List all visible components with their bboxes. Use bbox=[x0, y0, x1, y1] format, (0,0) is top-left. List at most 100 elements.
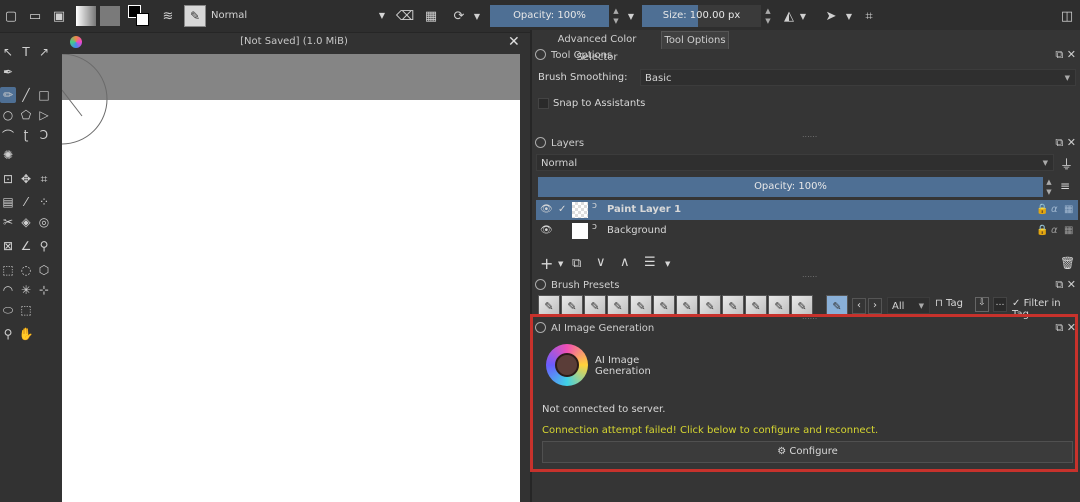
bezier-tool-icon[interactable]: ⌒ bbox=[0, 127, 16, 143]
close-icon[interactable]: ✕ bbox=[1067, 278, 1076, 291]
brush-filter-select[interactable]: All ▼ bbox=[887, 297, 930, 314]
tab-tool-options[interactable]: Tool Options bbox=[661, 31, 729, 49]
crop-icon[interactable]: ⌗ bbox=[860, 7, 878, 25]
reload-preset-icon[interactable]: ⟳ bbox=[450, 7, 468, 25]
lock-icon[interactable]: 🔒 bbox=[1036, 221, 1048, 241]
freehand-select-icon[interactable]: ◠ bbox=[0, 282, 16, 298]
filter-icon[interactable]: ⏚ bbox=[1060, 154, 1073, 173]
layer-blend-mode-select[interactable]: Normal ▼ bbox=[536, 154, 1054, 171]
float-icon[interactable]: ⧉ bbox=[1055, 321, 1063, 334]
lock-icon[interactable] bbox=[535, 137, 546, 148]
magnetic-select-icon[interactable]: ⬚ bbox=[18, 302, 34, 318]
pan-tool-icon[interactable]: ✋ bbox=[18, 326, 34, 342]
move-up-icon[interactable]: ∧ bbox=[620, 255, 630, 270]
color-picker-icon[interactable]: ⁄ bbox=[18, 194, 34, 210]
dynamic-brush-icon[interactable]: Ↄ bbox=[36, 127, 52, 143]
close-icon[interactable]: ✕ bbox=[1067, 321, 1076, 334]
close-icon[interactable]: ✕ bbox=[1067, 136, 1076, 149]
move-tool-icon[interactable]: ✥ bbox=[18, 171, 34, 187]
lock-icon[interactable] bbox=[535, 279, 546, 290]
gradient-tool-icon[interactable]: ▤ bbox=[0, 194, 16, 210]
rect-select-icon[interactable]: ⬚ bbox=[0, 262, 16, 278]
alpha-lock-icon[interactable]: α bbox=[1051, 221, 1058, 241]
close-icon[interactable]: ✕ bbox=[508, 34, 520, 50]
save-icon[interactable]: ▣ bbox=[50, 7, 68, 25]
line-tool-icon[interactable]: ╱ bbox=[18, 87, 34, 103]
edit-shapes-icon[interactable]: ↗ bbox=[36, 44, 52, 60]
chevron-down-icon[interactable]: ▼ bbox=[626, 7, 636, 25]
polygon-tool-icon[interactable]: ⬠ bbox=[18, 107, 34, 123]
snap-checkbox[interactable] bbox=[538, 98, 549, 109]
chevron-left-icon[interactable]: ‹ bbox=[852, 298, 866, 314]
crop-tool-icon[interactable]: ⌗ bbox=[36, 171, 52, 187]
freehand-path-icon[interactable]: ʈ bbox=[18, 127, 34, 143]
layer-row[interactable]: 👁 ✓ ↄ Paint Layer 1 🔒 α ▦ bbox=[536, 200, 1078, 220]
chevron-down-icon[interactable]: ▼ bbox=[844, 7, 854, 25]
duplicate-layer-icon[interactable]: ⧉ bbox=[572, 256, 581, 271]
assistant-tool-icon[interactable]: ⊠ bbox=[0, 238, 16, 254]
size-spinner[interactable]: ▲ ▼ bbox=[763, 6, 773, 26]
delete-layer-icon[interactable]: 🗑 bbox=[1060, 256, 1075, 270]
reference-pin-icon[interactable]: ⚲ bbox=[36, 238, 52, 254]
layer-opacity-spinner[interactable]: ▲ ▼ bbox=[1044, 177, 1054, 197]
lock-icon[interactable]: 🔒 bbox=[1036, 200, 1048, 220]
select-shapes-icon[interactable]: ↖ bbox=[0, 44, 16, 60]
blend-mode-select[interactable]: Normal ▼ bbox=[206, 6, 389, 26]
close-icon[interactable]: ✕ bbox=[1067, 48, 1076, 61]
wrap-around-icon[interactable]: ➤ bbox=[822, 7, 840, 25]
eye-icon[interactable]: 👁 bbox=[540, 200, 553, 220]
similar-select-icon[interactable]: ⊹ bbox=[36, 282, 52, 298]
measure-tool-icon[interactable]: ∠ bbox=[18, 238, 34, 254]
layer-opacity-slider[interactable]: Opacity: 100% bbox=[538, 177, 1043, 197]
float-icon[interactable]: ⧉ bbox=[1055, 48, 1063, 61]
chevron-down-icon[interactable]: ▼ bbox=[665, 260, 670, 268]
color-swatch-fg-bg[interactable] bbox=[128, 5, 150, 27]
polygon-select-icon[interactable]: ⬡ bbox=[36, 262, 52, 278]
lock-icon[interactable] bbox=[535, 49, 546, 60]
layer-name[interactable]: Background bbox=[607, 221, 667, 241]
size-slider[interactable]: Size: 100.00 px bbox=[642, 5, 761, 27]
opacity-spinner[interactable]: ▲ ▼ bbox=[611, 6, 621, 26]
text-tool-icon[interactable]: T bbox=[18, 44, 34, 60]
freehand-brush-icon[interactable]: ✏ bbox=[0, 87, 16, 103]
transform-tool-icon[interactable]: ⊡ bbox=[0, 171, 16, 187]
zoom-tool-icon[interactable]: ⚲ bbox=[0, 326, 16, 342]
chevron-right-icon[interactable]: › bbox=[868, 298, 882, 314]
docker-toggle-icon[interactable]: ◫ bbox=[1058, 7, 1076, 25]
inherit-alpha-icon[interactable]: ▦ bbox=[1064, 221, 1073, 241]
checkmark-icon[interactable]: ✓ bbox=[558, 200, 566, 220]
fill-tool-icon[interactable]: ◈ bbox=[18, 214, 34, 230]
canvas-scrollbar[interactable] bbox=[520, 54, 530, 502]
configure-button[interactable]: ⚙ Configure bbox=[542, 441, 1073, 463]
alpha-lock-icon[interactable]: ▦ bbox=[422, 7, 440, 25]
enclose-fill-icon[interactable]: ◎ bbox=[36, 214, 52, 230]
chevron-down-icon[interactable]: ▼ bbox=[798, 7, 808, 25]
gradient-swatch[interactable] bbox=[76, 6, 96, 26]
float-icon[interactable]: ⧉ bbox=[1055, 136, 1063, 149]
tab-advanced-color-selector[interactable]: Advanced Color Selector bbox=[537, 31, 657, 63]
brush-smoothing-select[interactable]: Basic ▼ bbox=[640, 69, 1076, 86]
contiguous-select-icon[interactable]: ✳ bbox=[18, 282, 34, 298]
chevron-down-icon[interactable]: ▼ bbox=[558, 260, 563, 268]
brush-preset-icon[interactable]: ✎ bbox=[184, 5, 206, 27]
smart-patch-icon[interactable]: ⁘ bbox=[36, 194, 52, 210]
open-folder-icon[interactable]: ▭ bbox=[26, 7, 44, 25]
move-down-icon[interactable]: ∨ bbox=[596, 255, 606, 270]
patch-tool-icon[interactable]: ✂ bbox=[0, 214, 16, 230]
document-tab[interactable]: [Not Saved] (1.0 MiB) ✕ bbox=[62, 34, 526, 51]
drag-handle[interactable]: ...... bbox=[802, 270, 817, 279]
layer-properties-icon[interactable]: ☰ bbox=[644, 255, 656, 270]
rectangle-tool-icon[interactable]: □ bbox=[36, 87, 52, 103]
calligraphy-icon[interactable]: ✒ bbox=[0, 64, 16, 80]
chevron-down-icon[interactable]: ▼ bbox=[472, 7, 482, 25]
mirror-horizontal-icon[interactable]: ◭ bbox=[780, 7, 798, 25]
ellipse-select-icon[interactable]: ◌ bbox=[18, 262, 34, 278]
polyline-tool-icon[interactable]: ▷ bbox=[36, 107, 52, 123]
drag-handle[interactable]: ...... bbox=[802, 130, 817, 139]
tag-button[interactable]: ⊓ Tag bbox=[935, 298, 963, 309]
alpha-lock-icon[interactable]: α bbox=[1051, 200, 1058, 220]
inherit-alpha-icon[interactable]: ▦ bbox=[1064, 200, 1073, 220]
menu-icon[interactable]: ≡ bbox=[1060, 179, 1070, 193]
float-icon[interactable]: ⧉ bbox=[1055, 278, 1063, 291]
opacity-slider[interactable]: Opacity: 100% bbox=[490, 5, 609, 27]
